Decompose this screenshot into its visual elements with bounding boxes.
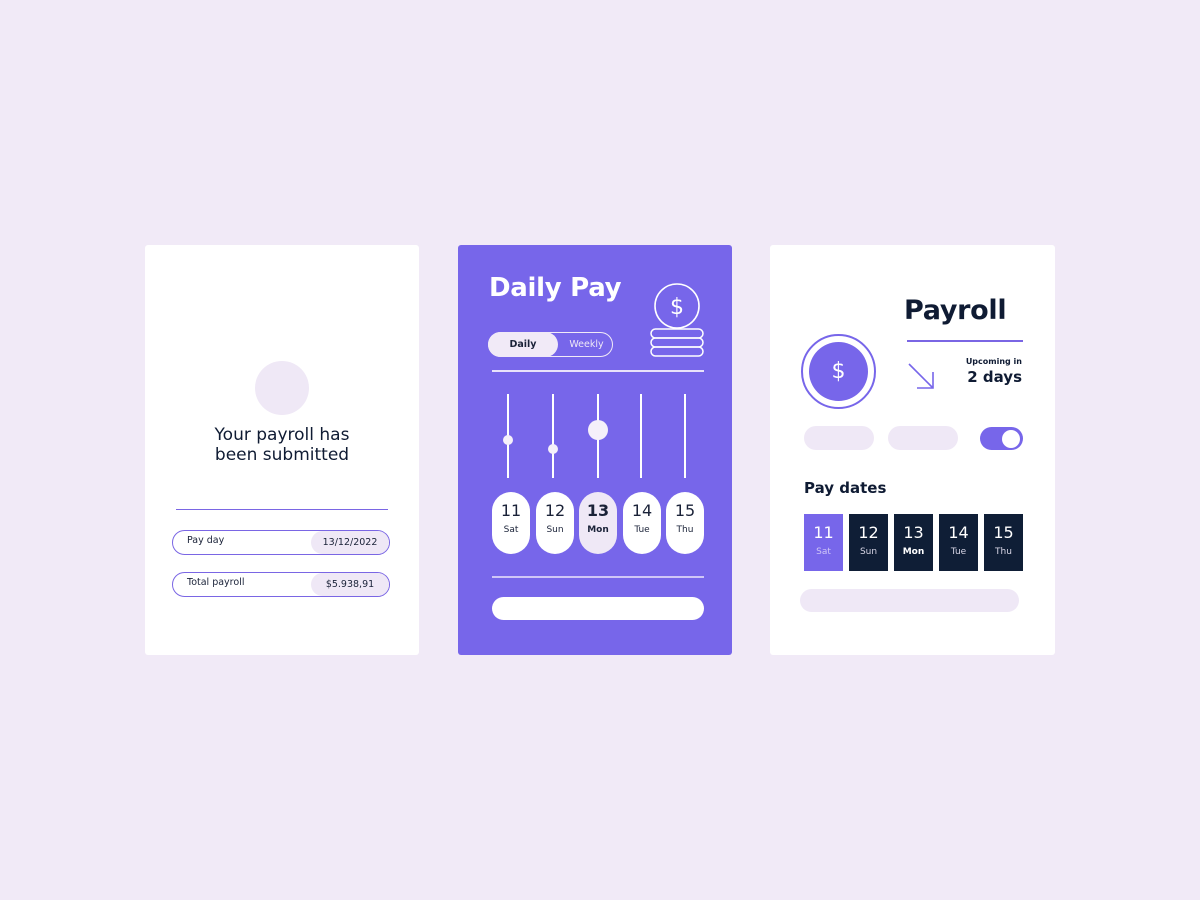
day-number: 12 [544,501,566,520]
slider-knob[interactable] [588,420,608,441]
slider-knob[interactable] [503,435,513,446]
dollar-coin-icon: $ [801,334,876,409]
avatar-placeholder [255,361,309,415]
toggle-switch-thumb [1002,429,1020,448]
divider [176,509,388,510]
submitted-title: Your payroll has been submitted [145,425,419,465]
pay-date-12[interactable]: 12 Sun [849,514,888,571]
day-pill-14[interactable]: 14 Tue [623,492,661,554]
payroll-title: Payroll [904,295,1007,326]
upcoming-label: Upcoming in [965,357,1022,366]
placeholder-pill [888,426,958,450]
day-of-week: Tue [634,525,650,535]
pay-date-14[interactable]: 14 Tue [939,514,978,571]
pay-date-11[interactable]: 11 Sat [804,514,843,571]
period-toggle[interactable]: Daily Weekly [488,332,613,357]
total-payroll-label: Total payroll [187,577,245,588]
slider-track[interactable] [640,394,642,478]
day-of-week: Mon [587,525,609,535]
coin-stack-icon: $ [650,283,704,357]
day-of-week: Thu [676,525,694,535]
payroll-submitted-card: Your payroll has been submitted Pay day … [145,245,419,655]
title-line-1: Your payroll has [214,425,350,445]
total-payroll-row: Total payroll $5.938,91 [172,572,390,597]
total-payroll-value: $5.938,91 [311,573,389,596]
day-of-week: Sun [546,525,564,535]
toggle-option-daily[interactable]: Daily [488,332,558,357]
title-line-2: been submitted [214,445,350,465]
date-day-of-week: Sat [816,547,831,557]
slider-track[interactable] [684,394,686,478]
date-number: 11 [813,523,834,542]
date-number: 15 [993,523,1014,542]
day-number: 11 [500,501,522,520]
pay-date-15[interactable]: 15 Thu [984,514,1023,571]
date-day-of-week: Thu [995,547,1012,557]
pay-dates-heading: Pay dates [804,479,887,497]
slider-knob[interactable] [548,443,558,454]
slider-track[interactable] [503,394,513,478]
date-day-of-week: Tue [950,547,967,557]
svg-text:$: $ [670,295,684,320]
daily-pay-card: Daily Pay Daily Weekly $ 11 Sat 12 Sun 13 Mon… [458,245,732,655]
pay-date-13[interactable]: 13 Mon [894,514,933,571]
slider-track[interactable] [588,394,608,478]
arrow-down-right-icon [908,363,934,389]
pay-day-label: Pay day [187,535,225,546]
action-bar-placeholder[interactable] [492,597,704,620]
daily-pay-title: Daily Pay [489,273,622,303]
date-number: 12 [858,523,879,542]
day-pill-15[interactable]: 15 Thu [666,492,704,554]
divider [492,576,704,578]
day-number: 13 [586,501,610,520]
toggle-switch[interactable] [980,427,1023,450]
date-number: 13 [903,523,924,542]
date-day-of-week: Sun [859,547,878,557]
pay-day-row: Pay day 13/12/2022 [172,530,390,555]
day-number: 15 [674,501,696,520]
placeholder-bar [800,589,1019,612]
day-pill-12[interactable]: 12 Sun [536,492,574,554]
day-pill-13[interactable]: 13 Mon [579,492,617,554]
date-day-of-week: Mon [902,547,925,557]
divider [907,340,1023,342]
payroll-card: Payroll $ Upcoming in 2 days Pay dates 1… [770,245,1055,655]
dollar-symbol: $ [809,342,868,401]
pay-day-value: 13/12/2022 [311,531,389,554]
upcoming-value: 2 days [967,368,1022,386]
day-of-week: Sat [503,525,519,535]
slider-track[interactable] [548,394,558,478]
divider [492,370,704,372]
day-number: 14 [631,501,653,520]
toggle-option-weekly[interactable]: Weekly [559,333,614,356]
day-pill-11[interactable]: 11 Sat [492,492,530,554]
placeholder-pill [804,426,874,450]
date-number: 14 [948,523,969,542]
